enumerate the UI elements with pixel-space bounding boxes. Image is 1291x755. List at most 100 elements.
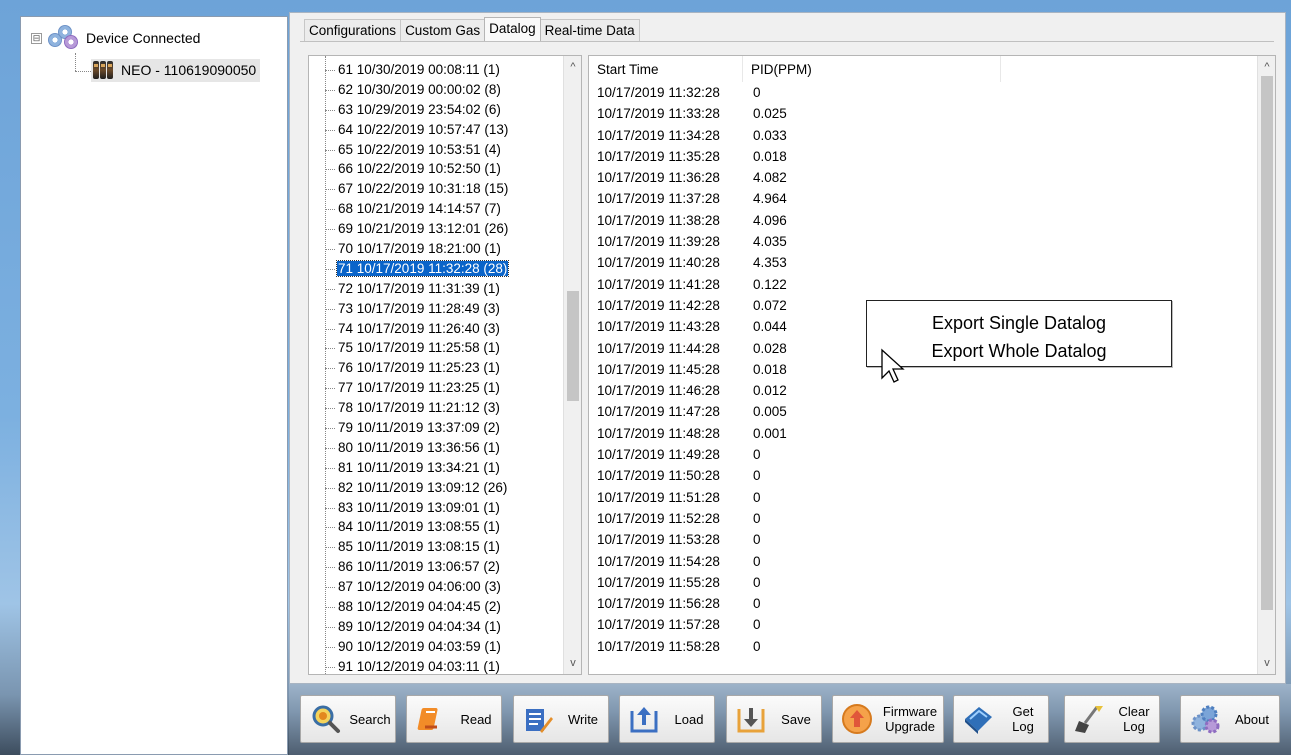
datalog-list-item[interactable]: 82 10/11/2019 13:09:12 (26)	[309, 478, 565, 498]
scrollbar-thumb[interactable]	[567, 290, 579, 401]
cell-pid-value: 0	[753, 447, 761, 463]
table-row[interactable]: 10/17/2019 11:51:28 0	[589, 487, 1259, 508]
datalog-list-scrollbar[interactable]: ^ v	[563, 56, 581, 674]
scroll-down-icon[interactable]: v	[1258, 654, 1275, 672]
table-row[interactable]: 10/17/2019 11:47:28 0.005	[589, 401, 1259, 422]
table-row[interactable]: 10/17/2019 11:41:28 0.122	[589, 274, 1259, 295]
datalog-list-item[interactable]: 73 10/17/2019 11:28:49 (3)	[309, 299, 565, 319]
mouse-pointer-icon	[881, 348, 905, 383]
datalog-list-item[interactable]: 61 10/30/2019 00:08:11 (1)	[309, 60, 565, 80]
datalog-list-item[interactable]: 68 10/21/2019 14:14:57 (7)	[309, 199, 565, 219]
datalog-list-item[interactable]: 78 10/17/2019 11:21:12 (3)	[309, 398, 565, 418]
table-row[interactable]: 10/17/2019 11:52:28 0	[589, 508, 1259, 529]
table-row[interactable]: 10/17/2019 11:39:28 4.035	[589, 231, 1259, 252]
tree-node-device[interactable]: NEO - 110619090050	[91, 59, 261, 82]
datalog-list-item[interactable]: 66 10/22/2019 10:52:50 (1)	[309, 159, 565, 179]
datalog-list-item[interactable]: 75 10/17/2019 11:25:58 (1)	[309, 338, 565, 358]
datalog-list[interactable]: 61 10/30/2019 00:08:11 (1) 62 10/30/2019 …	[308, 55, 582, 675]
datalog-list-item[interactable]: 85 10/11/2019 13:08:15 (1)	[309, 537, 565, 557]
about-button[interactable]: About	[1180, 695, 1280, 743]
datalog-list-item-label: 81 10/11/2019 13:34:21 (1)	[338, 459, 500, 475]
datalog-list-item[interactable]: 69 10/21/2019 13:12:01 (26)	[309, 219, 565, 239]
scroll-up-icon[interactable]: ^	[1258, 58, 1275, 76]
table-row[interactable]: 10/17/2019 11:33:28 0.025	[589, 103, 1259, 124]
datalog-list-item[interactable]: 89 10/12/2019 04:04:34 (1)	[309, 617, 565, 637]
datalog-list-item[interactable]: 83 10/11/2019 13:09:01 (1)	[309, 498, 565, 518]
datalog-list-item[interactable]: 72 10/17/2019 11:31:39 (1)	[309, 279, 565, 299]
datalog-list-item-label: 91 10/12/2019 04:03:11 (1)	[338, 658, 500, 674]
table-row[interactable]: 10/17/2019 11:36:28 4.082	[589, 167, 1259, 188]
table-scrollbar[interactable]: ^ v	[1257, 56, 1275, 674]
tab-real-time-data[interactable]: Real-time Data	[539, 19, 640, 41]
table-row[interactable]: 10/17/2019 11:35:28 0.018	[589, 146, 1259, 167]
datalog-list-item[interactable]: 76 10/17/2019 11:25:23 (1)	[309, 358, 565, 378]
firmware-upgrade-button[interactable]: Firmware Upgrade	[832, 695, 944, 743]
table-row[interactable]: 10/17/2019 11:53:28 0	[589, 529, 1259, 550]
table-row[interactable]: 10/17/2019 11:37:28 4.964	[589, 188, 1259, 209]
cell-start-time: 10/17/2019 11:36:28	[597, 170, 720, 186]
cell-start-time: 10/17/2019 11:42:28	[597, 297, 720, 313]
datalog-list-item[interactable]: 74 10/17/2019 11:26:40 (3)	[309, 319, 565, 339]
table-row[interactable]: 10/17/2019 11:50:28 0	[589, 465, 1259, 486]
table-row[interactable]: 10/17/2019 11:54:28 0	[589, 551, 1259, 572]
cell-start-time: 10/17/2019 11:55:28	[597, 574, 720, 590]
datalog-list-item-label: 67 10/22/2019 10:31:18 (15)	[338, 181, 509, 197]
datalog-list-item[interactable]: 67 10/22/2019 10:31:18 (15)	[309, 179, 565, 199]
scroll-down-icon[interactable]: v	[564, 654, 581, 672]
menu-item-export-single[interactable]: Export Single Datalog	[867, 309, 1171, 337]
scrollbar-thumb[interactable]	[1261, 76, 1273, 610]
datalog-list-item[interactable]: 84 10/11/2019 13:08:55 (1)	[309, 517, 565, 537]
datalog-list-item[interactable]: 91 10/12/2019 04:03:11 (1)	[309, 657, 565, 674]
write-button[interactable]: Write	[513, 695, 609, 743]
table-row[interactable]: 10/17/2019 11:48:28 0.001	[589, 423, 1259, 444]
column-header-start-time[interactable]: Start Time	[589, 56, 743, 82]
cell-start-time: 10/17/2019 11:56:28	[597, 596, 720, 612]
datalog-list-item[interactable]: 77 10/17/2019 11:23:25 (1)	[309, 378, 565, 398]
clear-log-broom-icon	[1073, 703, 1105, 735]
cell-pid-value: 4.035	[753, 234, 787, 250]
table-row[interactable]: 10/17/2019 11:57:28 0	[589, 614, 1259, 635]
table-row[interactable]: 10/17/2019 11:38:28 4.096	[589, 210, 1259, 231]
datalog-list-item[interactable]: 90 10/12/2019 04:03:59 (1)	[309, 637, 565, 657]
datalog-list-item-label: 71 10/17/2019 11:32:28 (28)	[335, 259, 510, 277]
write-document-icon	[522, 703, 554, 735]
datalog-list-item[interactable]: 64 10/22/2019 10:57:47 (13)	[309, 120, 565, 140]
datalog-list-item[interactable]: 86 10/11/2019 13:06:57 (2)	[309, 557, 565, 577]
column-header-pid[interactable]: PID(PPM)	[743, 56, 1001, 82]
datalog-list-item[interactable]: 80 10/11/2019 13:36:56 (1)	[309, 438, 565, 458]
table-row[interactable]: 10/17/2019 11:46:28 0.012	[589, 380, 1259, 401]
table-row[interactable]: 10/17/2019 11:40:28 4.353	[589, 252, 1259, 273]
datalog-list-item[interactable]: 70 10/17/2019 18:21:00 (1)	[309, 239, 565, 259]
tab-custom-gas[interactable]: Custom Gas	[400, 19, 486, 41]
load-button[interactable]: Load	[619, 695, 715, 743]
table-row[interactable]: 10/17/2019 11:32:28 0	[589, 82, 1259, 103]
cell-start-time: 10/17/2019 11:40:28	[597, 255, 720, 271]
table-row[interactable]: 10/17/2019 11:58:28 0	[589, 636, 1259, 657]
datalog-list-item[interactable]: 87 10/12/2019 04:06:00 (3)	[309, 577, 565, 597]
cell-pid-value: 4.353	[753, 255, 787, 271]
scroll-up-icon[interactable]: ^	[564, 58, 581, 76]
read-button[interactable]: Read	[406, 695, 502, 743]
tree-root-node[interactable]: ⊟ Device Connected	[31, 25, 200, 51]
datalog-list-item[interactable]: 79 10/11/2019 13:37:09 (2)	[309, 418, 565, 438]
datalog-list-item[interactable]: 63 10/29/2019 23:54:02 (6)	[309, 100, 565, 120]
tab-datalog[interactable]: Datalog	[484, 17, 541, 41]
cell-pid-value: 4.096	[753, 212, 787, 228]
table-row[interactable]: 10/17/2019 11:34:28 0.033	[589, 125, 1259, 146]
table-row[interactable]: 10/17/2019 11:56:28 0	[589, 593, 1259, 614]
datalog-list-item[interactable]: 71 10/17/2019 11:32:28 (28)	[309, 259, 565, 279]
table-row[interactable]: 10/17/2019 11:55:28 0	[589, 572, 1259, 593]
datalog-list-item[interactable]: 65 10/22/2019 10:53:51 (4)	[309, 140, 565, 160]
save-button[interactable]: Save	[726, 695, 822, 743]
table-row[interactable]: 10/17/2019 11:49:28 0	[589, 444, 1259, 465]
search-button[interactable]: Search	[300, 695, 396, 743]
cell-start-time: 10/17/2019 11:54:28	[597, 553, 720, 569]
datalog-list-item[interactable]: 88 10/12/2019 04:04:45 (2)	[309, 597, 565, 617]
datalog-list-item[interactable]: 62 10/30/2019 00:00:02 (8)	[309, 80, 565, 100]
datalog-list-item[interactable]: 81 10/11/2019 13:34:21 (1)	[309, 458, 565, 478]
get-log-button[interactable]: Get Log	[953, 695, 1049, 743]
clear-log-button[interactable]: Clear Log	[1064, 695, 1160, 743]
menu-item-export-whole[interactable]: Export Whole Datalog	[867, 337, 1171, 365]
collapse-icon[interactable]: ⊟	[31, 32, 42, 44]
tab-configurations[interactable]: Configurations	[304, 19, 402, 41]
